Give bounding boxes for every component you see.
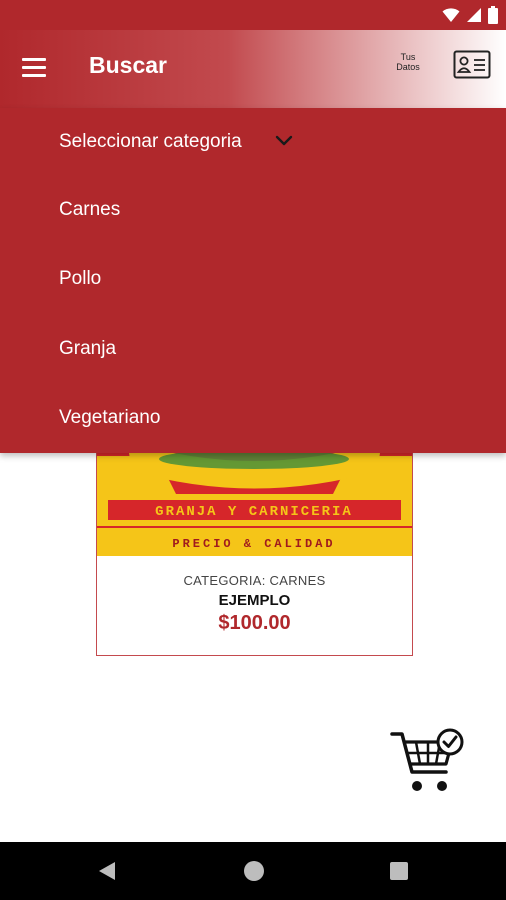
page-title: Buscar: [89, 52, 167, 78]
tus-datos-label[interactable]: Tus Datos: [388, 52, 428, 72]
system-nav-bar: [0, 842, 506, 900]
status-icons: [442, 6, 498, 24]
category-dropdown: Seleccionar categoria Carnes Pollo Granj…: [0, 108, 506, 453]
status-bar: [0, 0, 506, 30]
dropdown-item-carnes[interactable]: Carnes: [59, 199, 120, 221]
dropdown-item-pollo[interactable]: Pollo: [59, 268, 101, 290]
id-card-icon[interactable]: [453, 50, 491, 79]
tus-datos-line1: Tus: [400, 52, 416, 62]
chevron-down-icon: [275, 135, 293, 146]
category-select[interactable]: Seleccionar categoria: [59, 128, 293, 156]
menu-icon-bar: [22, 73, 46, 77]
app-screen: Buscar Tus Datos Seleccionar categoria C…: [0, 0, 506, 900]
product-price: $100.00: [218, 612, 291, 634]
signal-icon: [467, 8, 481, 22]
menu-icon-bar: [22, 57, 46, 61]
app-bar: Buscar Tus Datos: [0, 30, 506, 108]
cart-check-icon[interactable]: [390, 728, 466, 796]
banner-line-1: GRANJA Y CARNICERIA: [155, 504, 353, 520]
product-category: CATEGORIA: CARNES: [183, 573, 326, 588]
dropdown-item-granja[interactable]: Granja: [59, 338, 116, 360]
menu-button[interactable]: [16, 52, 52, 82]
product-info: CATEGORIA: CARNES EJEMPLO $100.00: [97, 573, 412, 635]
product-name: EJEMPLO: [218, 592, 291, 609]
tus-datos-line2: Datos: [396, 62, 420, 72]
menu-icon-bar: [22, 65, 46, 69]
category-select-label: Seleccionar categoria: [59, 131, 242, 152]
nav-recent-icon[interactable]: [390, 862, 408, 880]
battery-icon: [488, 6, 498, 24]
banner-line-2: PRECIO & CALIDAD: [172, 537, 335, 551]
nav-back-icon[interactable]: [98, 861, 116, 881]
nav-home-icon[interactable]: [244, 861, 264, 881]
dropdown-item-vegetariano[interactable]: Vegetariano: [59, 407, 160, 429]
wifi-icon: [442, 8, 460, 22]
